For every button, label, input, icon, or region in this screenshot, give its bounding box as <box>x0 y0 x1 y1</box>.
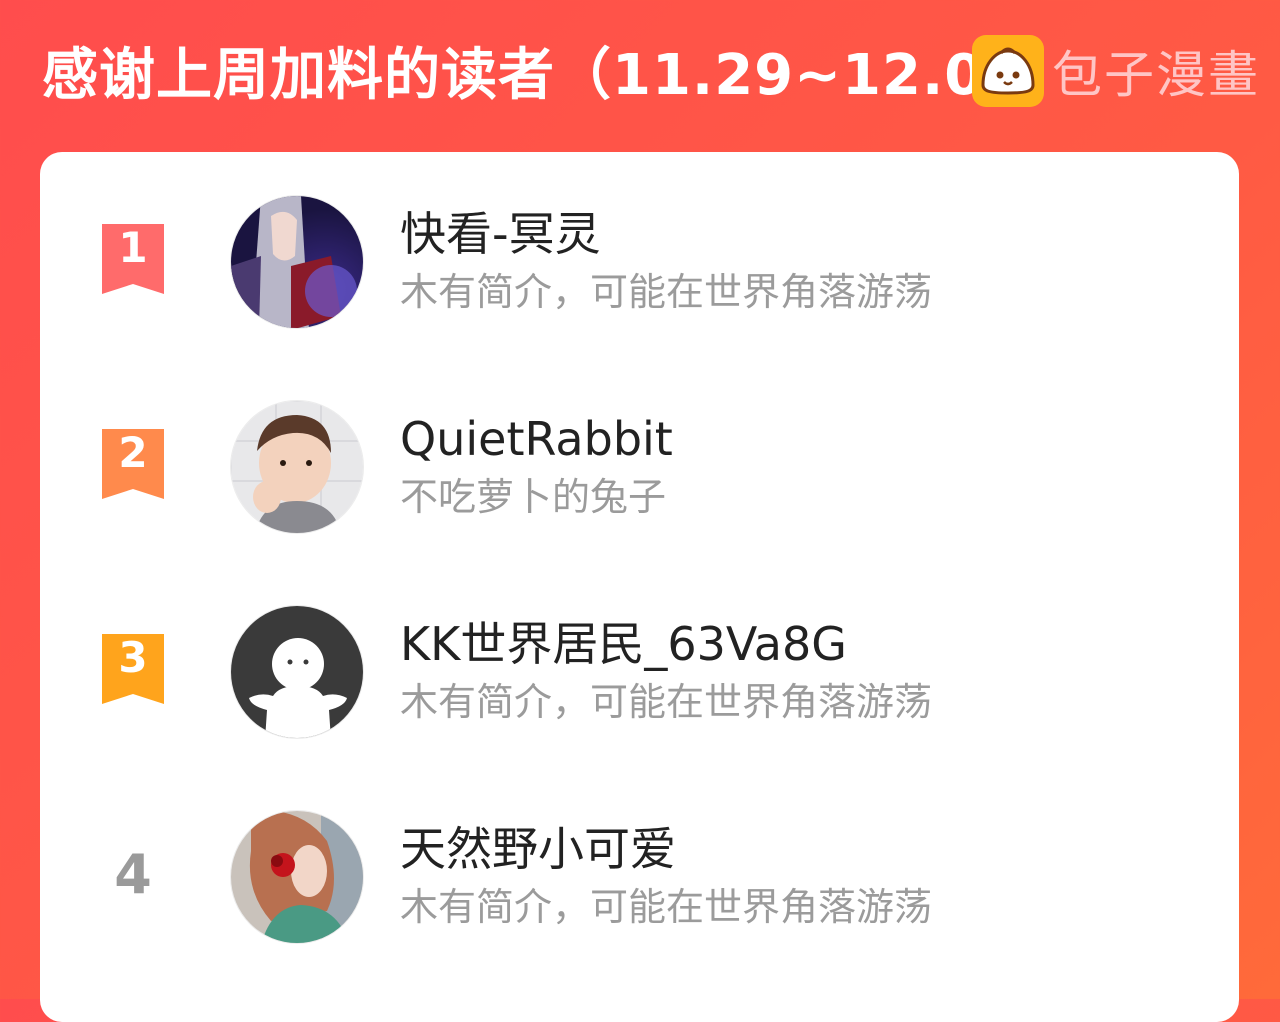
reader-bio: 不吃萝卜的兔子 <box>400 475 667 519</box>
brand-name: 包子漫畫 <box>1052 46 1260 104</box>
reader-name: 快看-冥灵 <box>400 207 601 261</box>
reader-name: 天然野小可爱 <box>400 822 676 876</box>
reader-list-card: 1 快看-冥灵 木有简介，可能在世界角落游荡 2 QuietRabbit 不吃萝… <box>40 152 1239 1022</box>
rank-ribbon-icon: 3 <box>98 632 168 708</box>
rank-number: 4 <box>114 843 152 906</box>
rank-number: 2 <box>118 428 148 477</box>
reader-bio: 木有简介，可能在世界角落游荡 <box>400 680 933 724</box>
list-item[interactable]: 4 天然野小可爱 木有简介，可能在世界角落游荡 <box>40 807 1239 947</box>
list-item[interactable]: 2 QuietRabbit 不吃萝卜的兔子 <box>40 397 1239 537</box>
page-title: 感谢上周加料的读者（11.29~12.05） <box>42 43 1082 108</box>
reader-bio: 木有简介，可能在世界角落游荡 <box>400 885 933 929</box>
avatar[interactable] <box>230 605 364 739</box>
avatar[interactable] <box>230 195 364 329</box>
reader-name: KK世界居民_63Va8G <box>400 617 847 671</box>
reader-bio: 木有简介，可能在世界角落游荡 <box>400 270 933 314</box>
avatar[interactable] <box>230 810 364 944</box>
bun-mascot-icon <box>972 35 1044 107</box>
avatar[interactable] <box>230 400 364 534</box>
list-item[interactable]: 1 快看-冥灵 木有简介，可能在世界角落游荡 <box>40 192 1239 332</box>
list-item[interactable]: 3 KK世界居民_63Va8G 木有简介，可能在世界角落游荡 <box>40 602 1239 742</box>
brand-logo: 包子漫畫 <box>972 34 1260 108</box>
rank-number: 1 <box>118 223 148 272</box>
reader-name: QuietRabbit <box>400 412 673 466</box>
rank-ribbon-icon: 2 <box>98 427 168 503</box>
rank-ribbon-icon: 1 <box>98 222 168 298</box>
rank-number: 3 <box>118 633 148 682</box>
